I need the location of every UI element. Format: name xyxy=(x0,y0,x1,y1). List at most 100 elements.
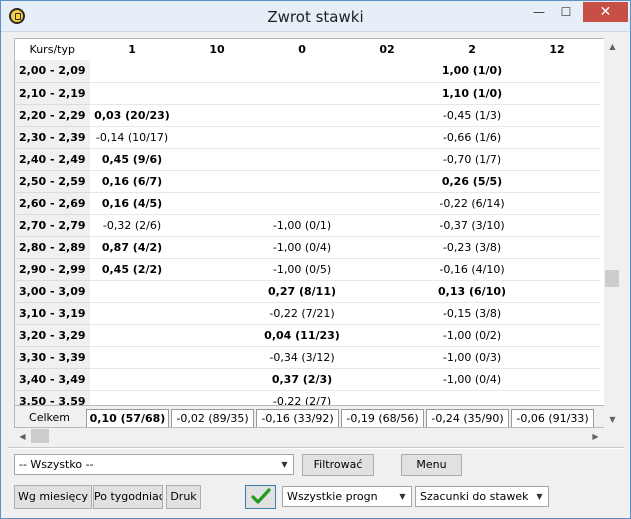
table-cell[interactable]: -1,00 (0/2) xyxy=(429,324,515,347)
table-cell[interactable] xyxy=(344,302,430,325)
confirm-button[interactable] xyxy=(245,485,276,509)
table-cell[interactable] xyxy=(89,60,175,83)
scroll-down-icon[interactable]: ▼ xyxy=(604,411,621,428)
table-cell[interactable] xyxy=(344,368,430,391)
vertical-scrollbar[interactable]: ▲ ▼ xyxy=(604,38,621,428)
table-row[interactable]: 2,10 - 2,19 1,10 (1/0) xyxy=(15,82,600,105)
table-cell[interactable]: 0,03 (20/23) xyxy=(89,104,175,127)
table-cell[interactable] xyxy=(174,104,260,127)
table-cell[interactable] xyxy=(89,280,175,303)
table-cell[interactable] xyxy=(344,214,430,237)
maximize-button[interactable]: ☐ xyxy=(553,2,579,22)
horizontal-scroll-thumb[interactable] xyxy=(31,429,49,443)
table-cell[interactable] xyxy=(174,148,260,171)
table-cell[interactable] xyxy=(174,126,260,149)
table-cell[interactable] xyxy=(259,126,345,149)
table-cell[interactable] xyxy=(344,82,430,105)
horizontal-scrollbar[interactable]: ◀ ▶ xyxy=(14,428,604,445)
table-cell[interactable]: -0,37 (3/10) xyxy=(429,214,515,237)
column-header[interactable]: 10 xyxy=(174,39,260,60)
table-row[interactable]: 2,90 - 2,99 0,45 (2/2) -1,00 (0/5) -0,16 (4… xyxy=(15,258,600,281)
table-cell[interactable] xyxy=(344,280,430,303)
column-header[interactable]: Kurs/typ xyxy=(15,39,90,60)
table-cell[interactable]: 0,16 (4/5) xyxy=(89,192,175,215)
table-cell[interactable]: -0,22 (7/21) xyxy=(259,302,345,325)
vertical-scroll-thumb[interactable] xyxy=(605,270,619,287)
bet-estimate-select[interactable]: Szacunki do stawek ▼ xyxy=(415,486,549,507)
table-cell[interactable] xyxy=(514,324,600,347)
table-row[interactable]: 3,30 - 3,39 -0,34 (3/12) -1,00 (0/3) xyxy=(15,346,600,369)
table-cell[interactable] xyxy=(174,302,260,325)
table-cell[interactable] xyxy=(514,82,600,105)
table-cell[interactable] xyxy=(174,258,260,281)
by-month-button[interactable]: Wg miesięcy xyxy=(14,485,92,509)
minimize-button[interactable]: — xyxy=(526,2,552,22)
column-header[interactable]: 1 xyxy=(89,39,175,60)
table-cell[interactable] xyxy=(344,126,430,149)
table-row[interactable]: 3,00 - 3,09 0,27 (8/11) 0,13 (6/10) xyxy=(15,280,600,303)
forecast-select[interactable]: Wszystkie progn ▼ xyxy=(282,486,412,507)
by-week-button[interactable]: Po tygodniach xyxy=(93,485,163,509)
table-cell[interactable]: -1,00 (0/3) xyxy=(429,346,515,369)
table-cell[interactable] xyxy=(514,258,600,281)
table-cell[interactable]: 1,00 (1/0) xyxy=(429,60,515,83)
table-cell[interactable]: 1,10 (1/0) xyxy=(429,82,515,105)
table-cell[interactable] xyxy=(344,346,430,369)
table-row[interactable]: 2,50 - 2,59 0,16 (6/7) 0,26 (5/5) xyxy=(15,170,600,193)
category-select[interactable]: -- Wszystko -- ▼ xyxy=(14,454,294,475)
table-row[interactable]: 3,40 - 3,49 0,37 (2/3) -1,00 (0/4) xyxy=(15,368,600,391)
table-cell[interactable] xyxy=(174,280,260,303)
table-cell[interactable] xyxy=(174,192,260,215)
scroll-right-icon[interactable]: ▶ xyxy=(587,428,604,445)
scroll-left-icon[interactable]: ◀ xyxy=(14,428,31,445)
table-cell[interactable] xyxy=(514,368,600,391)
table-cell[interactable] xyxy=(344,324,430,347)
chevron-down-icon[interactable]: ▼ xyxy=(276,455,293,474)
table-cell[interactable]: 0,45 (2/2) xyxy=(89,258,175,281)
table-cell[interactable] xyxy=(259,104,345,127)
table-cell[interactable] xyxy=(89,346,175,369)
table-cell[interactable]: -0,32 (2/6) xyxy=(89,214,175,237)
table-row[interactable]: 2,30 - 2,39 -0,14 (10/17) -0,66 (1/6) xyxy=(15,126,600,149)
table-cell[interactable]: -0,14 (10/17) xyxy=(89,126,175,149)
table-cell[interactable] xyxy=(259,82,345,105)
table-cell[interactable] xyxy=(344,258,430,281)
table-cell[interactable] xyxy=(344,236,430,259)
menu-button[interactable]: Menu xyxy=(401,454,462,476)
table-cell[interactable]: 0,45 (9/6) xyxy=(89,148,175,171)
table-row[interactable]: 2,40 - 2,49 0,45 (9/6) -0,70 (1/7) xyxy=(15,148,600,171)
table-cell[interactable] xyxy=(89,302,175,325)
table-cell[interactable] xyxy=(259,192,345,215)
table-cell[interactable] xyxy=(514,148,600,171)
column-header[interactable]: 12 xyxy=(514,39,600,60)
table-cell[interactable] xyxy=(89,368,175,391)
chevron-down-icon[interactable]: ▼ xyxy=(531,487,548,506)
table-cell[interactable] xyxy=(174,324,260,347)
table-cell[interactable] xyxy=(89,324,175,347)
table-row[interactable]: 2,70 - 2,79 -0,32 (2/6) -1,00 (0/1) -0,37 (… xyxy=(15,214,600,237)
table-cell[interactable] xyxy=(174,236,260,259)
table-cell[interactable] xyxy=(344,104,430,127)
table-cell[interactable] xyxy=(259,170,345,193)
table-cell[interactable] xyxy=(174,82,260,105)
table-cell[interactable] xyxy=(514,236,600,259)
table-cell[interactable]: -0,70 (1/7) xyxy=(429,148,515,171)
scroll-up-icon[interactable]: ▲ xyxy=(604,38,621,55)
table-cell[interactable]: -0,15 (3/8) xyxy=(429,302,515,325)
table-cell[interactable] xyxy=(344,60,430,83)
table-cell[interactable] xyxy=(514,192,600,215)
table-cell[interactable]: 0,87 (4/2) xyxy=(89,236,175,259)
column-header[interactable]: 2 xyxy=(429,39,515,60)
chevron-down-icon[interactable]: ▼ xyxy=(394,487,411,506)
table-cell[interactable] xyxy=(174,60,260,83)
table-cell[interactable]: -1,00 (0/4) xyxy=(259,236,345,259)
table-cell[interactable]: 0,37 (2/3) xyxy=(259,368,345,391)
table-cell[interactable] xyxy=(514,302,600,325)
table-row[interactable]: 2,00 - 2,09 1,00 (1/0) xyxy=(15,60,600,83)
print-button[interactable]: Druk xyxy=(166,485,201,509)
table-cell[interactable] xyxy=(514,126,600,149)
table-cell[interactable] xyxy=(514,214,600,237)
table-cell[interactable]: -1,00 (0/1) xyxy=(259,214,345,237)
table-cell[interactable]: -1,00 (0/5) xyxy=(259,258,345,281)
table-row[interactable]: 3,20 - 3,29 0,04 (11/23) -1,00 (0/2) xyxy=(15,324,600,347)
